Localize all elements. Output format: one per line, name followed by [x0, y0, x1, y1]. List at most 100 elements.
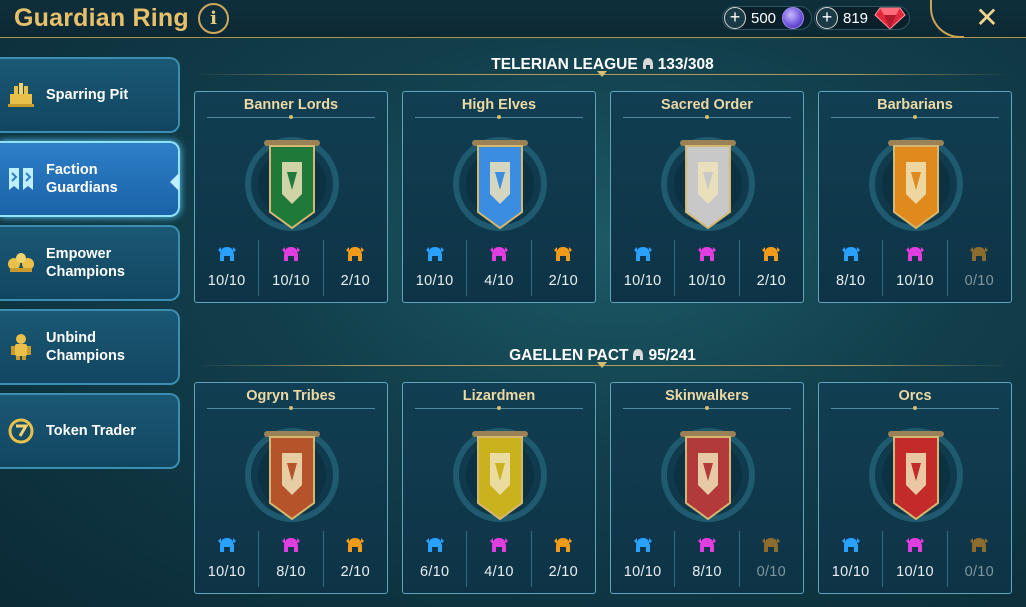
- sidebar-item-empower-champions[interactable]: Empower Champions: [0, 225, 180, 301]
- sidebar-item-token-trader[interactable]: Token Trader: [0, 393, 180, 469]
- active-indicator-icon: [170, 173, 179, 191]
- epic-helmet-icon: [697, 247, 716, 261]
- high-elves-banner-icon: [453, 137, 547, 231]
- legendary-count: 2/10: [340, 564, 371, 580]
- faction-card-barbarians[interactable]: Barbarians 8/10 10/10 0/10: [818, 91, 1012, 303]
- champion-progress: 10/10 10/10 2/10: [195, 240, 387, 296]
- section-header-gaellen-pact: GAELLEN PACT 95/241: [195, 347, 1010, 369]
- legendary-guardian-stat: 0/10: [738, 531, 803, 587]
- lizardmen-banner-icon: [453, 428, 547, 522]
- sidebar-item-label: Faction Guardians: [46, 162, 118, 196]
- champion-progress: 10/10 10/10 2/10: [611, 240, 803, 296]
- sidebar-item-unbind-champions[interactable]: Unbind Champions: [0, 309, 180, 385]
- rare-count: 10/10: [623, 564, 662, 580]
- legendary-count: 0/10: [756, 564, 787, 580]
- faction-name: High Elves: [461, 97, 537, 113]
- epic-guardian-stat: 10/10: [882, 531, 946, 587]
- card-divider: [207, 406, 375, 410]
- legendary-guardian-stat: 2/10: [738, 240, 803, 296]
- legendary-count: 2/10: [340, 273, 371, 289]
- sidebar-item-label: Sparring Pit: [46, 87, 129, 103]
- epic-helmet-icon: [905, 247, 924, 261]
- legendary-guardian-stat: 2/10: [322, 531, 387, 587]
- epic-helmet-icon: [281, 538, 300, 552]
- token-trader-icon: [8, 418, 34, 444]
- section-progress: 133/308: [657, 56, 714, 73]
- epic-guardian-stat: 4/10: [466, 531, 530, 587]
- legendary-guardian-stat: 0/10: [946, 531, 1011, 587]
- rare-helmet-icon: [217, 538, 236, 552]
- section-title: GAELLEN PACT: [509, 347, 629, 364]
- epic-guardian-stat: 10/10: [674, 240, 738, 296]
- info-button[interactable]: i: [198, 3, 229, 34]
- rare-helmet-icon: [633, 247, 652, 261]
- banner-lords-banner-icon: [245, 137, 339, 231]
- legendary-helmet-icon: [970, 538, 989, 552]
- epic-helmet-icon: [697, 538, 716, 552]
- card-divider: [623, 115, 791, 119]
- faction-card-banner-lords[interactable]: Banner Lords 10/10 10/10 2/10: [194, 91, 388, 303]
- legendary-guardian-stat: 2/10: [530, 240, 595, 296]
- card-divider: [831, 115, 999, 119]
- sidebar-item-faction-guardians[interactable]: Faction Guardians: [0, 141, 180, 217]
- faction-name: Banner Lords: [243, 97, 339, 113]
- faction-name: Orcs: [898, 388, 932, 404]
- helmet-icon: [642, 58, 653, 69]
- epic-count: 4/10: [484, 273, 514, 289]
- epic-guardian-stat: 8/10: [674, 531, 738, 587]
- close-button[interactable]: ✕: [970, 2, 1004, 34]
- epic-guardian-stat: 8/10: [258, 531, 322, 587]
- epic-count: 10/10: [896, 273, 934, 289]
- energy-amount: 500: [751, 9, 777, 27]
- epic-helmet-icon: [281, 247, 300, 261]
- faction-card-lizardmen[interactable]: Lizardmen 6/10 4/10 2/10: [402, 382, 596, 594]
- card-divider: [207, 115, 375, 119]
- rare-helmet-icon: [425, 247, 444, 261]
- card-divider: [415, 406, 583, 410]
- faction-name: Barbarians: [877, 97, 953, 113]
- legendary-helmet-icon: [346, 538, 365, 552]
- champion-progress: 10/10 4/10 2/10: [403, 240, 595, 296]
- legendary-helmet-icon: [554, 247, 573, 261]
- legendary-count: 2/10: [548, 273, 579, 289]
- epic-helmet-icon: [489, 538, 508, 552]
- add-energy-button[interactable]: +: [724, 7, 746, 29]
- add-gems-button[interactable]: +: [816, 7, 838, 29]
- faction-card-ogryn-tribes[interactable]: Ogryn Tribes 10/10 8/10 2/10: [194, 382, 388, 594]
- epic-count: 8/10: [692, 564, 722, 580]
- epic-helmet-icon: [905, 538, 924, 552]
- blue-gem-icon: [782, 7, 805, 29]
- rare-guardian-stat: 10/10: [611, 531, 674, 587]
- legendary-helmet-icon: [762, 538, 781, 552]
- barbarians-banner-icon: [869, 137, 963, 231]
- faction-card-orcs[interactable]: Orcs 10/10 10/10 0/10: [818, 382, 1012, 594]
- faction-card-sacred-order[interactable]: Sacred Order 10/10 10/10 2/10: [610, 91, 804, 303]
- epic-guardian-stat: 4/10: [466, 240, 530, 296]
- legendary-helmet-icon: [762, 247, 781, 261]
- sidebar-item-label: Unbind Champions: [46, 330, 125, 364]
- legendary-guardian-stat: 2/10: [530, 531, 595, 587]
- rare-count: 6/10: [419, 564, 450, 580]
- epic-helmet-icon: [489, 247, 508, 261]
- epic-count: 10/10: [896, 564, 934, 580]
- epic-count: 10/10: [688, 273, 726, 289]
- faction-card-high-elves[interactable]: High Elves 10/10 4/10 2/10: [402, 91, 596, 303]
- rare-helmet-icon: [841, 538, 860, 552]
- faction-guardians-icon: [9, 168, 33, 190]
- rare-count: 10/10: [831, 564, 870, 580]
- rare-guardian-stat: 10/10: [403, 240, 466, 296]
- sidebar-item-sparring-pit[interactable]: Sparring Pit: [0, 57, 180, 133]
- faction-card-skinwalkers[interactable]: Skinwalkers 10/10 8/10 0/10: [610, 382, 804, 594]
- legendary-guardian-stat: 0/10: [946, 240, 1011, 296]
- rare-guardian-stat: 8/10: [819, 240, 882, 296]
- page-title: Guardian Ring: [14, 4, 189, 32]
- rare-count: 8/10: [835, 273, 866, 289]
- epic-count: 10/10: [272, 273, 310, 289]
- ogryn-tribes-banner-icon: [245, 428, 339, 522]
- faction-name: Ogryn Tribes: [246, 388, 336, 404]
- rare-guardian-stat: 10/10: [819, 531, 882, 587]
- rare-helmet-icon: [633, 538, 652, 552]
- champion-progress: 6/10 4/10 2/10: [403, 531, 595, 587]
- legendary-helmet-icon: [346, 247, 365, 261]
- skinwalkers-banner-icon: [661, 428, 755, 522]
